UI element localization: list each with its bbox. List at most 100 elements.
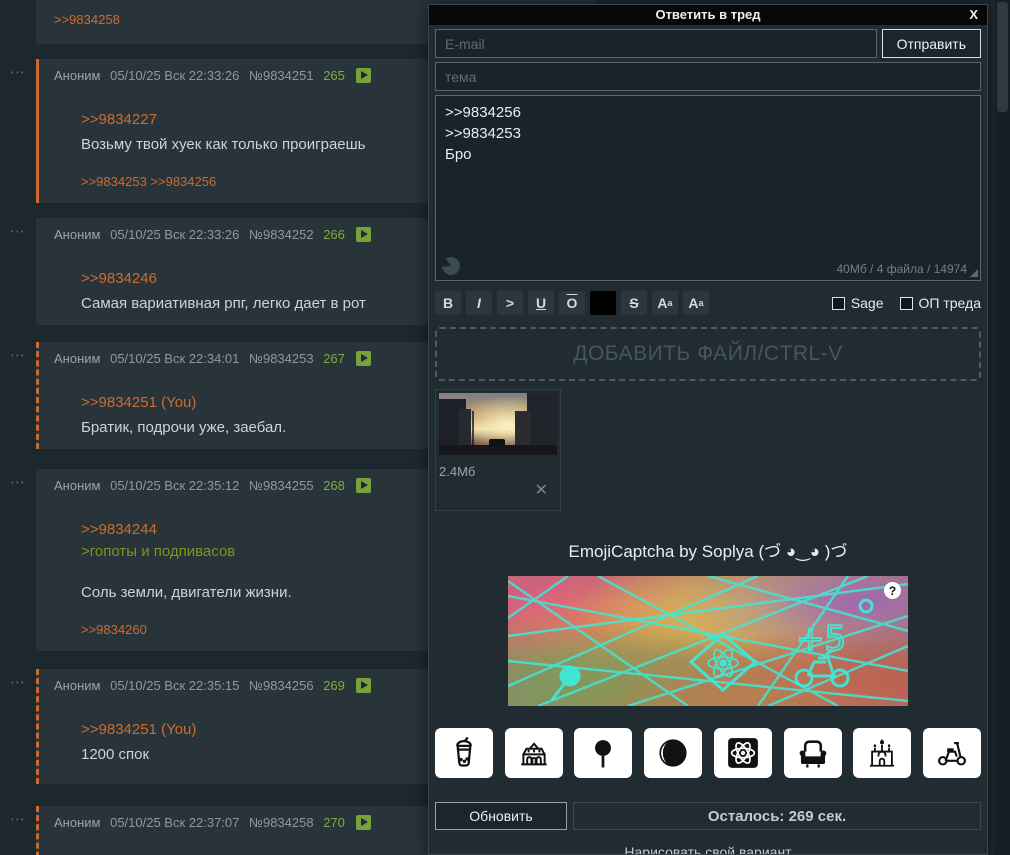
moon-icon	[659, 739, 687, 767]
captcha-title: EmojiCaptcha by Soplya (づ ◕‿◕ )づ	[568, 542, 848, 561]
post-expand-icon[interactable]	[355, 68, 371, 83]
italic-button[interactable]: I	[466, 291, 492, 315]
remove-file-icon[interactable]: ✕	[535, 480, 548, 500]
scooter-icon	[937, 742, 966, 766]
post-ordinal[interactable]: 267	[323, 351, 345, 366]
temple-icon	[870, 739, 895, 767]
post-author: Аноним	[54, 351, 101, 366]
captcha-option-atom[interactable]	[713, 728, 772, 778]
post-expand-icon[interactable]	[355, 678, 371, 693]
op-checkbox-box[interactable]	[899, 296, 913, 310]
email-row: Отправить	[435, 29, 981, 58]
overline-button[interactable]: O	[559, 291, 585, 315]
subject-row	[435, 62, 981, 91]
email-field[interactable]	[435, 29, 877, 58]
captcha-option-lollipop[interactable]	[574, 728, 633, 778]
captcha-option-bubble-tea[interactable]	[435, 728, 493, 778]
underline-button[interactable]: U	[528, 291, 554, 315]
format-toolbar: B I > U O S Aa Aa Sage ОП треда	[435, 291, 981, 315]
svg-text:+5: +5	[796, 619, 846, 659]
post-menu-icon[interactable]: ⋯	[10, 473, 26, 491]
captcha-option-armchair[interactable]	[783, 728, 842, 778]
atom-icon	[727, 738, 758, 768]
post-menu-icon[interactable]: ⋯	[10, 810, 26, 828]
armchair-icon	[799, 740, 826, 768]
subscript-button[interactable]: Aa	[683, 291, 709, 315]
post-number[interactable]: №9834253	[249, 351, 314, 366]
post-ordinal[interactable]: 269	[323, 678, 345, 693]
close-icon[interactable]: X	[969, 5, 978, 25]
attached-file: 2.4Мб ✕	[435, 389, 561, 511]
textarea-resize-handle[interactable]	[970, 269, 978, 277]
op-checkbox[interactable]: ОП треда	[899, 295, 981, 311]
file-thumbnail-gta-sunset[interactable]	[439, 393, 557, 455]
reply-link[interactable]: >>9834258	[54, 12, 120, 27]
bold-button[interactable]: B	[435, 291, 461, 315]
post-number[interactable]: №9834255	[249, 478, 314, 493]
post-author: Аноним	[54, 815, 101, 830]
post-menu-icon[interactable]: ⋯	[10, 63, 26, 81]
captcha-refresh-button[interactable]: Обновить	[435, 802, 567, 830]
file-dropzone[interactable]: ДОБАВИТЬ ФАЙЛ/CTRL-V	[435, 327, 981, 381]
op-label: ОП треда	[918, 295, 981, 311]
superscript-button[interactable]: Aa	[652, 291, 678, 315]
reply-dialog-titlebar[interactable]: Ответить в тред X	[429, 5, 987, 25]
post-author: Аноним	[54, 68, 101, 83]
post-date: 05/10/25 Вск 22:33:26	[110, 227, 240, 242]
post-ordinal[interactable]: 268	[323, 478, 345, 493]
reply-link[interactable]: >>9834253 >>9834256	[81, 174, 216, 189]
post-number[interactable]: №9834256	[249, 678, 314, 693]
post-number[interactable]: №9834258	[249, 815, 314, 830]
captcha-timer: Осталось: 269 сек.	[573, 802, 981, 830]
captcha-help-icon[interactable]: ?	[884, 582, 901, 599]
post-date: 05/10/25 Вск 22:34:01	[110, 351, 240, 366]
post-options: Sage ОП треда	[831, 295, 981, 311]
post-date: 05/10/25 Вск 22:37:07	[110, 815, 240, 830]
post-author: Аноним	[54, 478, 101, 493]
post-ordinal[interactable]: 270	[323, 815, 345, 830]
post-menu-icon[interactable]: ⋯	[10, 222, 26, 240]
dropzone-label: ДОБАВИТЬ ФАЙЛ/CTRL-V	[573, 342, 843, 365]
spoiler-button[interactable]	[590, 291, 616, 315]
strikethrough-button[interactable]: S	[621, 291, 647, 315]
captcha-options	[435, 728, 981, 778]
page: >>9834258 ⋯ Аноним 05/10/25 Вск 22:33:26…	[0, 0, 1010, 855]
stadium-icon	[520, 742, 547, 766]
quote-button[interactable]: >	[497, 291, 523, 315]
post-date: 05/10/25 Вск 22:33:26	[110, 68, 240, 83]
bubble-tea-icon	[456, 736, 472, 767]
post-date: 05/10/25 Вск 22:35:12	[110, 478, 240, 493]
scrollbar-thumb[interactable]	[997, 2, 1008, 112]
post-menu-icon[interactable]: ⋯	[10, 346, 26, 364]
post-expand-icon[interactable]	[355, 478, 371, 493]
submit-button[interactable]: Отправить	[881, 29, 981, 58]
post-ordinal[interactable]: 266	[323, 227, 345, 242]
captcha-noise-image: +5	[508, 576, 908, 706]
page-scrollbar[interactable]	[995, 0, 1010, 855]
sage-checkbox-box[interactable]	[831, 296, 845, 310]
captcha-option-scooter[interactable]	[922, 728, 981, 778]
captcha-image[interactable]: +5 ?	[508, 576, 908, 706]
post-expand-icon[interactable]	[355, 227, 371, 242]
subject-field[interactable]	[435, 62, 981, 91]
captcha-option-temple[interactable]	[853, 728, 912, 778]
captcha-option-moon[interactable]	[644, 728, 703, 778]
captcha-option-stadium[interactable]	[504, 728, 563, 778]
lollipop-icon	[595, 740, 612, 768]
reply-dialog: Ответить в тред X Отправить >>9834256 >>…	[428, 4, 988, 855]
sage-label: Sage	[850, 295, 884, 311]
message-area: >>9834256 >>9834253 Бро 40Мб / 4 файла /…	[435, 95, 981, 281]
reply-dialog-title: Ответить в тред	[655, 7, 761, 22]
file-size: 2.4Мб	[439, 464, 476, 479]
reply-link[interactable]: >>9834260	[81, 622, 147, 637]
sage-checkbox[interactable]: Sage	[831, 295, 884, 311]
captcha-draw-own-link[interactable]: Нарисовать свой вариант	[429, 844, 987, 854]
post-menu-icon[interactable]: ⋯	[10, 673, 26, 691]
post-expand-icon[interactable]	[355, 815, 371, 830]
post-expand-icon[interactable]	[355, 351, 371, 366]
post-number[interactable]: №9834251	[249, 68, 314, 83]
post-ordinal[interactable]: 265	[323, 68, 345, 83]
post-author: Аноним	[54, 678, 101, 693]
message-textarea[interactable]: >>9834256 >>9834253 Бро	[435, 95, 981, 281]
post-number[interactable]: №9834252	[249, 227, 314, 242]
